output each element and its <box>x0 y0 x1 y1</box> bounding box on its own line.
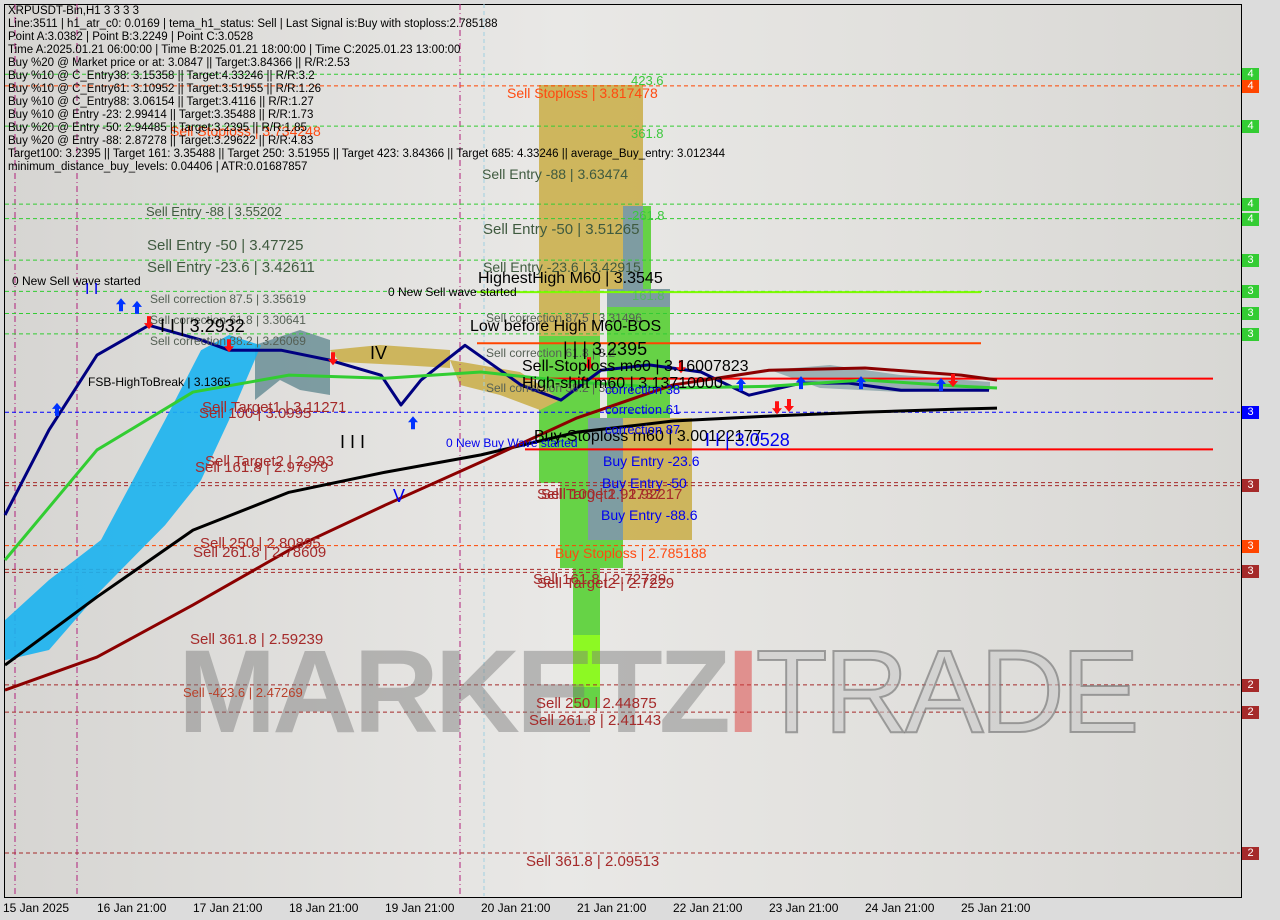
info-line: Buy %20 @ Market price or at: 3.0847 || … <box>8 57 350 69</box>
info-line: Time A:2025.01.21 06:00:00 | Time B:2025… <box>8 44 461 56</box>
price-axis-tag: 4 <box>1242 212 1259 226</box>
wave-point-label: I I <box>85 281 99 298</box>
watermark-part3: TRADE <box>755 625 1141 759</box>
sell-fib-label: Sell 361.8 | 2.59239 <box>190 631 324 648</box>
sell-fib-label: Sell 100 | 3.0995 <box>199 405 312 422</box>
wave-point-label: I I I <box>340 432 366 452</box>
low-before-high-label: Low before High M60-BOS <box>470 318 662 335</box>
wave-start-label: 0 New Sell wave started <box>388 285 517 299</box>
info-line: Buy %10 @ C_Entry88: 3.06154 || Target:3… <box>8 96 314 108</box>
sell-target-label: Sell Target2 | 2.7229 <box>537 575 675 592</box>
fsb-high-label: FSB-HighToBreak | 3.1365 <box>88 375 231 389</box>
sell-correction-label: Sell correction 38.2 | 3.26069 <box>150 334 306 348</box>
buy-entry-label: Buy Entry -88.6 <box>601 507 698 523</box>
sell-entry-label: Sell Entry -50 | 3.51265 <box>483 221 640 238</box>
price-axis-tag: 4 <box>1242 79 1259 93</box>
sell-fib-label: Sell 161.8 | 2.97979 <box>195 459 329 476</box>
price-axis-tag: 3 <box>1242 307 1259 321</box>
price-axis-tag: 3 <box>1242 254 1259 268</box>
price-axis-tag: 4 <box>1242 198 1259 212</box>
info-line: Buy %20 @ Entry -88: 2.87278 || Target:3… <box>8 135 314 147</box>
sell-fib-label: Sell 261.8 | 2.78609 <box>193 544 327 561</box>
sell-correction-label: Sell correction 87.5 | 3.35619 <box>150 292 306 306</box>
buy-stoploss-label: Buy Stoploss | 2.785188 <box>555 545 707 561</box>
sell-arrow-icon <box>772 401 782 415</box>
time-tick: 17 Jan 21:00 <box>193 901 263 915</box>
buy-arrow-icon <box>132 300 142 314</box>
price-axis-tag: 3 <box>1242 327 1259 341</box>
sell-fib-label: Sell 261.8 | 2.41143 <box>529 712 662 729</box>
time-tick: 23 Jan 21:00 <box>769 901 839 915</box>
buy-correction-label: correction 61 <box>605 402 681 417</box>
info-line: Point A:3.0382 | Point B:3.2249 | Point … <box>8 31 254 43</box>
buy-correction-label: correction 87 <box>605 422 681 437</box>
info-line: minimum_distance_buy_levels: 0.04406 | A… <box>8 161 308 173</box>
time-tick: 22 Jan 21:00 <box>673 901 743 915</box>
time-tick: 18 Jan 21:00 <box>289 901 359 915</box>
buy-entry-label: Buy Entry -23.6 <box>603 453 700 469</box>
sell-fib-label: Sell 361.8 | 2.09513 <box>526 853 660 870</box>
info-line: Buy %20 @ Entry -50: 2.94485 || Target:3… <box>8 122 307 134</box>
sell-arrow-icon <box>784 398 794 412</box>
info-line: Buy %10 @ C_Entry38: 3.15358 || Target:4… <box>8 70 315 82</box>
price-axis-tag: 2 <box>1242 706 1259 720</box>
buy-arrow-icon <box>116 298 126 312</box>
buy-correction-label: correction 38 <box>605 382 681 397</box>
info-line: Line:3511 | h1_atr_c0: 0.0169 | tema_h1_… <box>8 18 498 30</box>
sell-entry-label: Sell Entry -88 | 3.55202 <box>146 204 282 219</box>
price-axis-tag: 4 <box>1242 120 1259 134</box>
wave-point-label: I I | 3.2932 <box>160 316 245 336</box>
time-tick: 19 Jan 21:00 <box>385 901 455 915</box>
price-axis-tag: 3 <box>1242 285 1259 299</box>
buy-wave-start-label: 0 New Buy Wave started <box>446 436 578 450</box>
time-tick: 20 Jan 21:00 <box>481 901 551 915</box>
price-axis-tag: 3 <box>1242 478 1259 492</box>
wave-start-label: 0 New Sell wave started <box>12 274 141 288</box>
sell-stoploss-m60-label: Sell-Stoploss m60 | 3.16007823 <box>522 358 749 375</box>
fib-label: 161.8 <box>632 288 665 303</box>
time-tick: 15 Jan 2025 <box>3 901 70 915</box>
time-tick: 21 Jan 21:00 <box>577 901 647 915</box>
wave-point-label: IV <box>370 343 388 363</box>
sell-entry-label: Sell Entry -23.6 | 3.42611 <box>147 259 315 276</box>
indicator-info-panel: XRPUSDT-Bin,H1 3 3 3 3 Line:3511 | h1_at… <box>8 5 725 174</box>
price-axis-tag: 2 <box>1242 847 1259 860</box>
sell-fib-label: Sell -423.6 | 2.47269 <box>183 685 303 700</box>
wave-point-label: | | | 3.2395 <box>563 339 648 359</box>
time-tick: 16 Jan 21:00 <box>97 901 167 915</box>
sell-fib-label: Sell 250 | 2.44875 <box>536 695 657 712</box>
info-line: Buy %10 @ Entry -23: 2.99414 || Target:3… <box>8 109 314 121</box>
info-line: Buy %10 @ C_Entry61: 3.10952 || Target:3… <box>8 83 322 95</box>
buy-arrow-icon <box>408 416 418 430</box>
wave-point-label: I I | 3.0528 <box>705 430 790 450</box>
watermark-part2: I <box>726 626 760 758</box>
highest-high-label: HighestHigh M60 | 3.3545 <box>478 270 663 287</box>
info-line: Target100: 3.2395 || Target 161: 3.35488… <box>8 148 726 160</box>
symbol-timeframe: XRPUSDT-Bin,H1 3 3 3 3 <box>8 5 140 17</box>
sell-fib-label: Sell 100 | 2.91737 <box>541 486 662 503</box>
price-axis-tag: 2 <box>1242 678 1259 692</box>
time-tick: 24 Jan 21:00 <box>865 901 935 915</box>
price-axis-tag: 3 <box>1242 565 1259 579</box>
price-axis-tag: 3 <box>1242 406 1259 420</box>
price-axis-tag: 3 <box>1242 539 1259 553</box>
time-tick: 25 Jan 21:00 <box>961 901 1031 915</box>
wave-point-label: V <box>393 486 406 506</box>
sell-entry-label: Sell Entry -50 | 3.47725 <box>147 237 304 254</box>
